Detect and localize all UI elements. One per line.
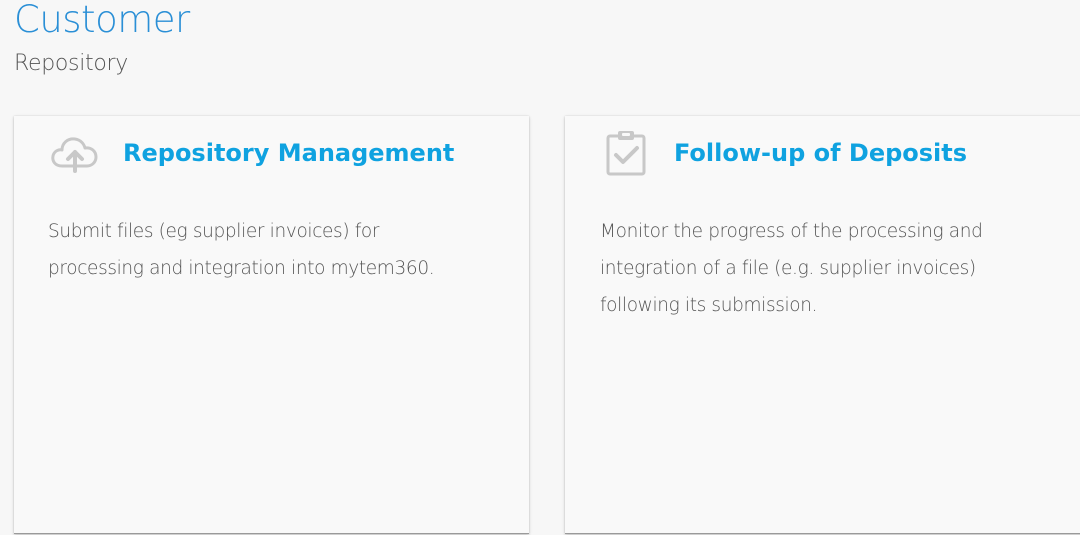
card-title[interactable]: Follow-up of Deposits: [674, 136, 967, 170]
cloud-upload-icon: [50, 130, 100, 176]
follow-up-deposits-card[interactable]: Follow-up of Deposits Monitor the progre…: [565, 116, 1080, 534]
card-description: Monitor the progress of the processing a…: [600, 221, 983, 316]
repository-management-card[interactable]: Repository Management Submit files (eg s…: [14, 116, 529, 534]
page-subtitle: Repository: [14, 51, 128, 76]
card-title[interactable]: Repository Management: [123, 136, 454, 170]
page-title: Customer: [14, 0, 190, 41]
page: Customer Repository Repository Managemen…: [0, 0, 1080, 535]
clipboard-check-icon: [603, 130, 653, 176]
card-description: Submit files (eg supplier invoices) for …: [48, 221, 435, 279]
